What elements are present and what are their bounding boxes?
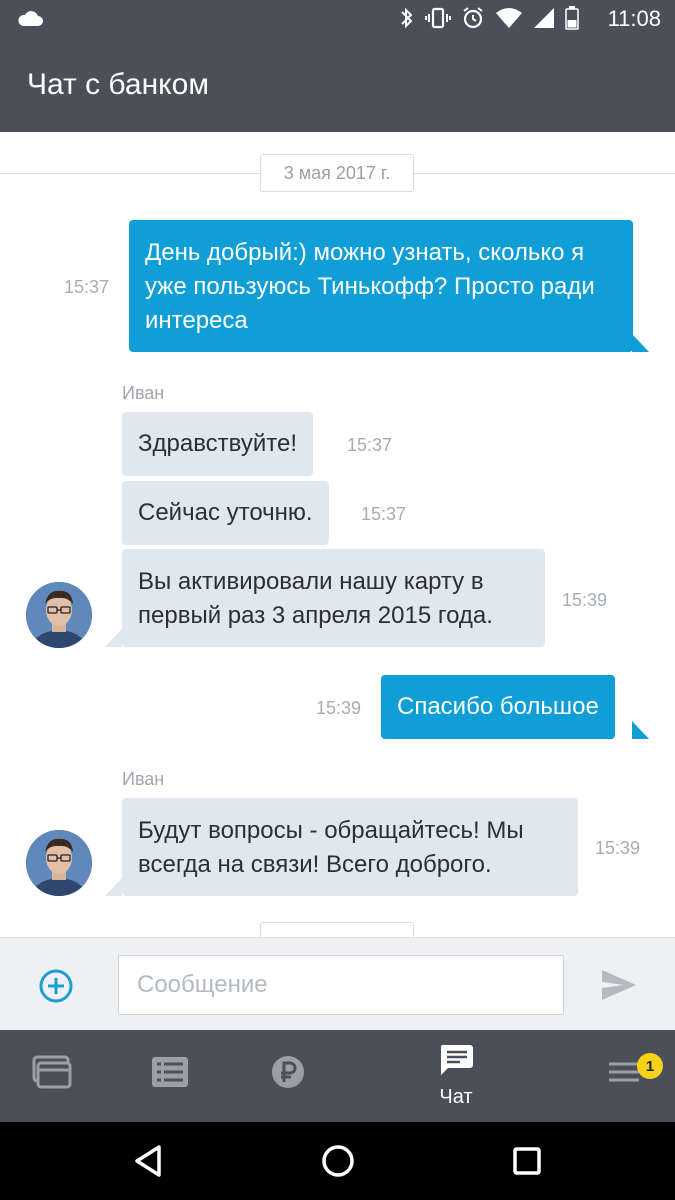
bubble-tail	[632, 334, 649, 352]
date-separator-line	[0, 173, 260, 174]
message-input[interactable]	[118, 955, 564, 1015]
outgoing-message[interactable]: Спасибо большое	[381, 675, 615, 739]
sender-name: Иван	[122, 769, 165, 789]
bubble-tail	[105, 629, 122, 647]
menu-icon	[608, 1060, 640, 1089]
outgoing-message[interactable]: День добрый:) можно узнать, сколько я уж…	[129, 220, 633, 352]
bottom-nav: Чат	[0, 1030, 675, 1122]
bubble-tail	[105, 878, 122, 896]
home-icon[interactable]	[321, 1144, 355, 1183]
vibrate-icon	[425, 6, 451, 35]
avatar[interactable]	[26, 582, 92, 648]
incoming-message[interactable]: Вы активировали нашу карту в первый раз …	[122, 549, 545, 647]
status-time: 11:08	[607, 6, 661, 31]
alarm-icon	[461, 6, 485, 35]
date-separator-line	[414, 173, 675, 174]
nav-item-cards[interactable]	[0, 1030, 104, 1122]
nav-item-history[interactable]	[118, 1030, 222, 1122]
recents-icon[interactable]	[513, 1147, 541, 1180]
chat-area[interactable]: 3 мая 2017 г. 15:37 День добрый:) можно …	[0, 132, 675, 937]
chat-icon	[438, 1043, 474, 1082]
date-separator: 3 мая 2017 г.	[260, 154, 414, 192]
back-icon[interactable]	[133, 1144, 163, 1183]
message-time: 15:39	[595, 838, 641, 858]
message-time: 15:37	[347, 435, 393, 455]
app-bar: Чат с банком	[0, 40, 675, 132]
cards-icon	[32, 1055, 72, 1094]
nav-item-menu[interactable]	[572, 1030, 675, 1122]
send-button[interactable]	[600, 968, 638, 1002]
incoming-message[interactable]: Сейчас уточню.	[122, 481, 329, 545]
bluetooth-icon	[399, 6, 415, 35]
add-attachment-button[interactable]	[38, 968, 74, 1004]
message-time: 15:37	[64, 277, 110, 297]
avatar[interactable]	[26, 830, 92, 896]
message-time: 15:39	[316, 698, 362, 718]
incoming-message[interactable]: Здравствуйте!	[122, 412, 314, 476]
status-icons	[399, 5, 579, 35]
wifi-icon	[495, 7, 523, 34]
incoming-message[interactable]: Будут вопросы - обращайтесь! Мы всегда н…	[122, 798, 578, 896]
sender-name: Иван	[122, 383, 165, 403]
notification-badge: 1	[637, 1053, 663, 1079]
battery-icon	[565, 5, 579, 35]
page-title: Чат с банком	[27, 68, 209, 101]
bubble-tail	[632, 721, 649, 739]
message-time: 15:39	[562, 590, 608, 610]
ruble-icon	[271, 1055, 305, 1094]
nav-label-chat: Чат	[439, 1086, 473, 1108]
message-time: 15:37	[361, 504, 407, 524]
nav-item-chat[interactable]: Чат	[404, 1030, 508, 1122]
date-separator-partial	[260, 922, 414, 937]
system-navigation-bar	[0, 1122, 675, 1200]
cloud-icon	[16, 8, 44, 33]
status-bar: 11:08	[0, 0, 675, 40]
message-composer	[0, 937, 675, 1030]
signal-icon	[533, 7, 555, 34]
list-icon	[152, 1056, 188, 1092]
nav-item-payments[interactable]	[236, 1030, 340, 1122]
